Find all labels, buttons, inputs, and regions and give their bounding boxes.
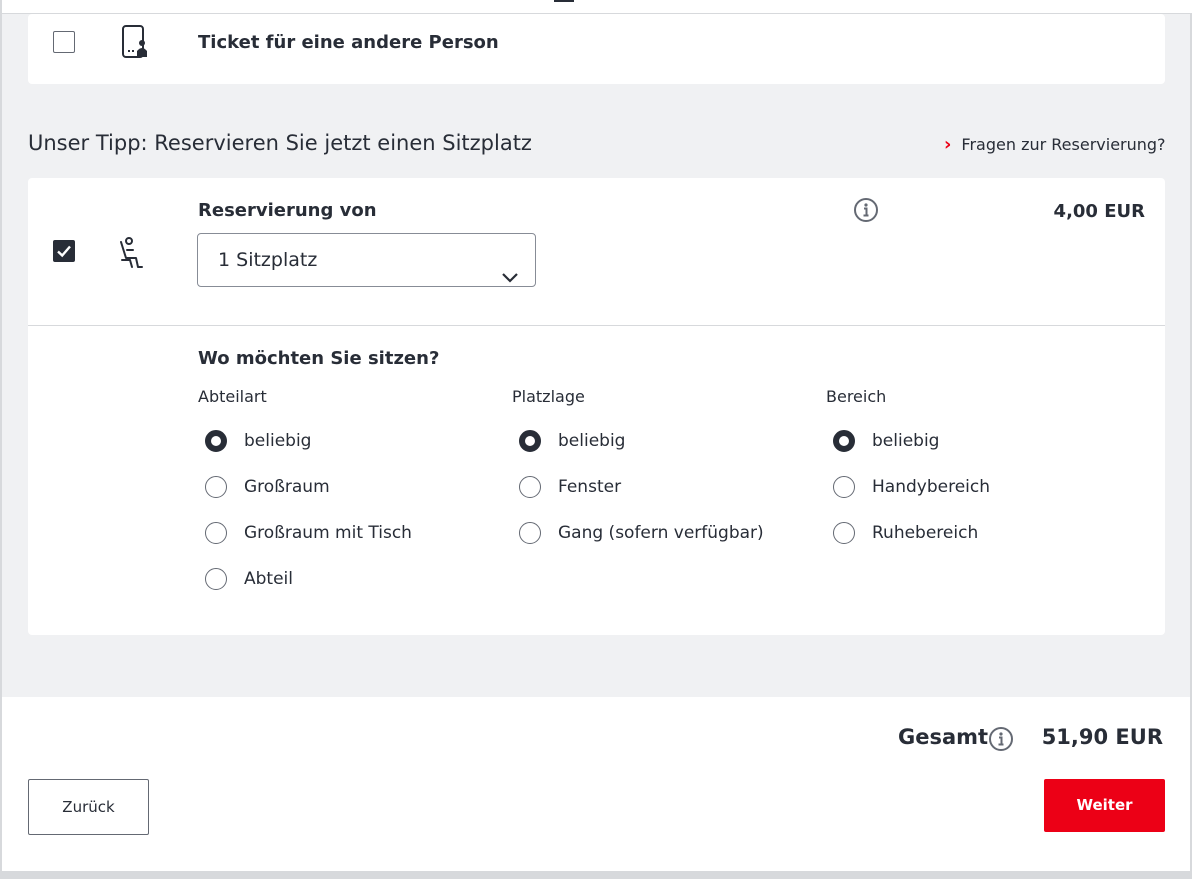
back-button[interactable]: Zurück (28, 779, 149, 835)
radio-label: Gang (sofern verfügbar) (558, 523, 764, 543)
group-title: Platzlage (512, 387, 585, 406)
radio-option[interactable]: beliebig (826, 418, 990, 464)
group-title: Abteilart (198, 387, 267, 406)
radio-button[interactable] (833, 522, 855, 544)
reservation-card: Reservierung von 1 Sitzplatz 4,00 EUR Wo… (28, 178, 1165, 635)
radio-option[interactable]: Handybereich (826, 464, 990, 510)
other-person-checkbox[interactable] (53, 31, 75, 53)
total-info-icon[interactable] (988, 726, 1014, 756)
radio-option[interactable]: beliebig (512, 418, 764, 464)
top-edge (2, 0, 1192, 14)
reservation-checkbox[interactable] (53, 240, 75, 262)
radio-button[interactable] (519, 430, 541, 452)
radio-label: Fenster (558, 477, 622, 497)
group-title: Bereich (826, 387, 887, 406)
radio-option[interactable]: Großraum mit Tisch (198, 510, 412, 556)
phone-person-icon (120, 24, 150, 64)
radio-label: Handybereich (872, 477, 990, 497)
radio-button[interactable] (519, 522, 541, 544)
top-edge-mark (554, 0, 574, 2)
group-platzlage: Platzlage beliebig Fenster Gang (sofern … (512, 387, 764, 568)
radio-label: Abteil (244, 569, 293, 589)
seat-preference-question: Wo möchten Sie sitzen? (198, 348, 440, 369)
radio-button[interactable] (205, 522, 227, 544)
chevron-right-icon: › (944, 134, 952, 155)
reservation-label: Reservierung von (198, 200, 377, 221)
page: Ticket für eine andere Person Unser Tipp… (0, 0, 1192, 879)
footer: Gesamt 51,90 EUR Zurück Weiter (2, 697, 1190, 871)
radio-button[interactable] (205, 430, 227, 452)
radio-label: Ruhebereich (872, 523, 979, 543)
total-value: 51,90 EUR (1041, 725, 1163, 749)
radio-button[interactable] (833, 430, 855, 452)
radio-option[interactable]: Gang (sofern verfügbar) (512, 510, 764, 556)
total-label: Gesamt (898, 725, 989, 749)
radio-option[interactable]: beliebig (198, 418, 412, 464)
reservation-price: 4,00 EUR (1053, 201, 1145, 222)
reservation-faq-link[interactable]: › Fragen zur Reservierung? (944, 134, 1166, 155)
radio-option[interactable]: Abteil (198, 556, 412, 602)
seat-count-value: 1 Sitzplatz (218, 249, 318, 271)
next-button[interactable]: Weiter (1044, 779, 1165, 832)
seat-count-select[interactable]: 1 Sitzplatz (197, 233, 536, 287)
radio-option[interactable]: Ruhebereich (826, 510, 990, 556)
radio-label: Großraum mit Tisch (244, 523, 412, 543)
radio-option[interactable]: Fenster (512, 464, 764, 510)
radio-button[interactable] (205, 568, 227, 590)
radio-label: beliebig (244, 431, 312, 451)
radio-label: beliebig (558, 431, 626, 451)
radio-button[interactable] (205, 476, 227, 498)
group-abteilart: Abteilart beliebig Großraum Großraum mit… (198, 387, 412, 614)
reservation-faq-label: Fragen zur Reservierung? (961, 135, 1166, 154)
radio-button[interactable] (519, 476, 541, 498)
group-bereich: Bereich beliebig Handybereich Ruhebereic… (826, 387, 990, 568)
reservation-tipp-heading: Unser Tipp: Reservieren Sie jetzt einen … (28, 131, 532, 155)
radio-button[interactable] (833, 476, 855, 498)
chevron-down-icon (501, 252, 519, 304)
reservation-info-icon[interactable] (853, 197, 879, 227)
radio-label: Großraum (244, 477, 330, 497)
other-person-card: Ticket für eine andere Person (28, 14, 1165, 84)
radio-option[interactable]: Großraum (198, 464, 412, 510)
seat-icon (116, 236, 150, 276)
divider (28, 325, 1165, 326)
other-person-label: Ticket für eine andere Person (198, 32, 499, 53)
radio-label: beliebig (872, 431, 940, 451)
bottom-edge (2, 871, 1192, 879)
